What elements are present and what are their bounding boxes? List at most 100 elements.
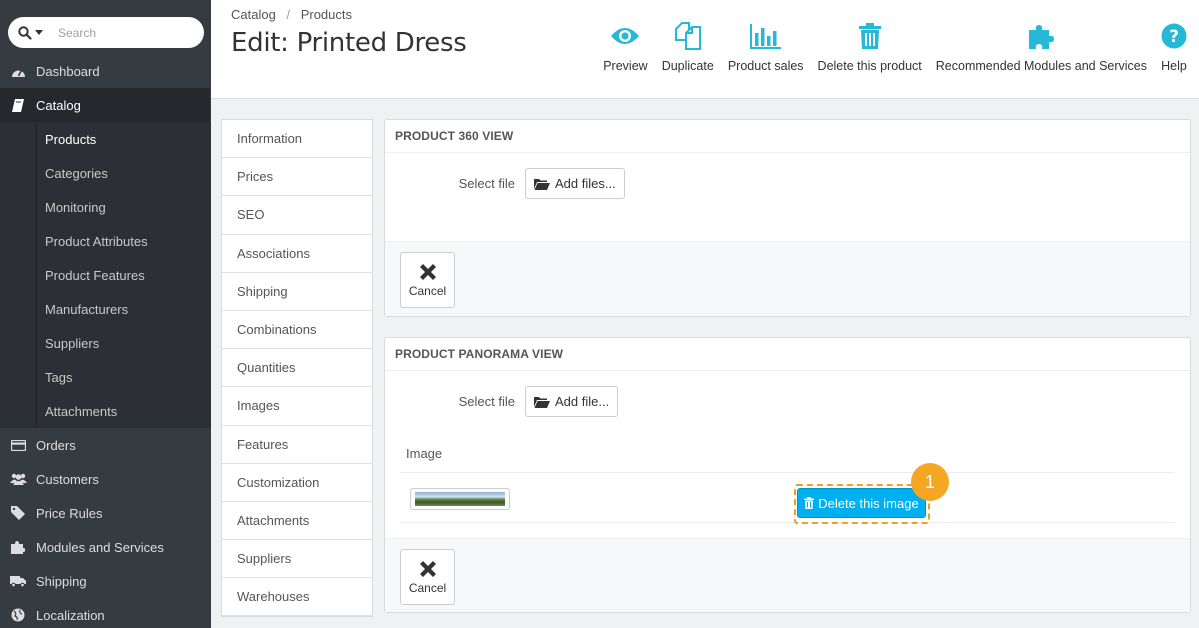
breadcrumb-separator: / [286, 7, 291, 22]
product-360-panel: PRODUCT 360 VIEW Select file Add files..… [384, 119, 1191, 317]
delete-image-label: Delete this image [818, 495, 919, 511]
main-nav: Dashboard Catalog Products Categories Mo… [0, 54, 211, 628]
delete-product-button[interactable]: Delete this product [811, 20, 929, 73]
delete-image-button[interactable]: Delete this image [797, 488, 926, 518]
tab-shipping[interactable]: Shipping [222, 273, 372, 311]
toolbar-label: Delete this product [817, 59, 922, 73]
eye-icon [610, 20, 640, 52]
help-button[interactable]: ? Help [1154, 20, 1199, 73]
nav-label: Modules and Services [36, 539, 164, 555]
nav-label: Price Rules [36, 505, 103, 521]
nav-shipping[interactable]: Shipping [0, 564, 211, 598]
product-tabs: Information Prices SEO Associations Ship… [221, 119, 373, 618]
copy-icon [674, 20, 702, 52]
cancel-label: Cancel [408, 581, 447, 595]
nav-customers[interactable]: Customers [0, 462, 211, 496]
tab-prices[interactable]: Prices [222, 158, 372, 197]
add-files-label: Add files... [555, 176, 616, 191]
sub-item-manufacturers[interactable]: Manufacturers [0, 292, 211, 326]
sub-item-products[interactable]: Products [0, 122, 211, 156]
sub-item-product-attributes[interactable]: Product Attributes [0, 224, 211, 258]
help-icon: ? [1161, 20, 1187, 52]
tab-quantities[interactable]: Quantities [222, 349, 372, 388]
tab-information[interactable]: Information [222, 120, 372, 159]
nav-label: Dashboard [36, 63, 100, 79]
bar-chart-icon [749, 20, 782, 52]
trash-icon [804, 497, 815, 509]
credit-card-icon [0, 439, 36, 451]
tab-associations[interactable]: Associations [222, 235, 372, 273]
duplicate-button[interactable]: Duplicate [655, 20, 721, 73]
cancel-button[interactable]: Cancel [400, 252, 455, 308]
nav-price-rules[interactable]: Price Rules [0, 496, 211, 530]
nav-dashboard[interactable]: Dashboard [0, 54, 211, 88]
sub-item-monitoring[interactable]: Monitoring [0, 190, 211, 224]
close-icon [419, 561, 436, 577]
users-icon [0, 473, 36, 485]
panel-heading: PRODUCT 360 VIEW [385, 120, 1190, 153]
nav-orders[interactable]: Orders [0, 428, 211, 462]
tab-images[interactable]: Images [222, 387, 372, 426]
nav-localization[interactable]: Localization [0, 598, 211, 628]
puzzle-icon [0, 540, 36, 554]
puzzle-icon [1027, 20, 1055, 52]
toolbar-label: Duplicate [661, 59, 714, 73]
svg-text:?: ? [1169, 27, 1179, 47]
add-file-label: Add file... [555, 394, 610, 409]
product-sales-button[interactable]: Product sales [721, 20, 811, 73]
sub-item-tags[interactable]: Tags [0, 360, 211, 394]
panorama-thumbnail [410, 488, 510, 510]
folder-open-icon [534, 178, 550, 190]
tab-seo[interactable]: SEO [222, 196, 372, 235]
nav-label: Catalog [36, 97, 81, 113]
select-file-label: Select file [458, 394, 515, 409]
cancel-button[interactable]: Cancel [400, 549, 455, 605]
tag-icon [0, 506, 36, 520]
tab-suppliers[interactable]: Suppliers [222, 540, 372, 579]
product-panorama-panel: PRODUCT PANORAMA VIEW Select file Add fi… [384, 337, 1191, 613]
panel-footer: Cancel [385, 241, 1190, 316]
nav-catalog[interactable]: Catalog [0, 88, 210, 122]
add-files-button[interactable]: Add files... [525, 168, 625, 199]
breadcrumb-products[interactable]: Products [301, 7, 352, 22]
sub-item-attachments[interactable]: Attachments [0, 394, 211, 428]
toolbar-label: Recommended Modules and Services [935, 59, 1147, 73]
globe-icon [0, 608, 36, 622]
tab-customization[interactable]: Customization [222, 464, 372, 502]
dashboard-icon [0, 65, 36, 78]
panel-heading: PRODUCT PANORAMA VIEW [385, 338, 1190, 371]
book-icon [0, 98, 36, 112]
select-file-row: Select file Add file... [385, 386, 619, 417]
sub-item-suppliers[interactable]: Suppliers [0, 326, 211, 360]
nav-label: Localization [36, 607, 105, 623]
recommended-modules-button[interactable]: Recommended Modules and Services [929, 20, 1154, 73]
folder-open-icon [534, 396, 550, 408]
sub-item-product-features[interactable]: Product Features [0, 258, 211, 292]
preview-button[interactable]: Preview [596, 20, 654, 73]
search-input[interactable] [58, 25, 198, 40]
image-column-header: Image [406, 445, 443, 461]
search-icon[interactable] [8, 25, 52, 40]
add-file-button[interactable]: Add file... [525, 386, 619, 417]
select-file-label: Select file [458, 176, 515, 191]
tab-warehouses[interactable]: Warehouses [222, 578, 372, 617]
caret-down-icon [34, 29, 43, 35]
tab-combinations[interactable]: Combinations [222, 311, 372, 350]
nav-label: Customers [36, 471, 99, 487]
page-header: Catalog / Products Edit: Printed Dress P… [211, 0, 1199, 99]
nav-modules[interactable]: Modules and Services [0, 530, 211, 564]
sub-item-categories[interactable]: Categories [0, 156, 211, 190]
tab-features[interactable]: Features [222, 426, 372, 464]
cancel-label: Cancel [408, 284, 447, 298]
nav-label: Orders [36, 437, 76, 453]
select-file-row: Select file Add files... [385, 168, 625, 199]
image-row: Delete this image 1 [400, 463, 1175, 524]
toolbar-label: Product sales [727, 59, 804, 73]
close-icon [419, 264, 436, 280]
tab-attachments[interactable]: Attachments [222, 502, 372, 541]
nav-label: Shipping [36, 573, 87, 589]
toolbar-label: Preview [603, 59, 648, 73]
catalog-submenu: Products Categories Monitoring Product A… [0, 122, 211, 428]
search-box[interactable] [8, 17, 204, 48]
breadcrumb-catalog[interactable]: Catalog [231, 7, 276, 22]
